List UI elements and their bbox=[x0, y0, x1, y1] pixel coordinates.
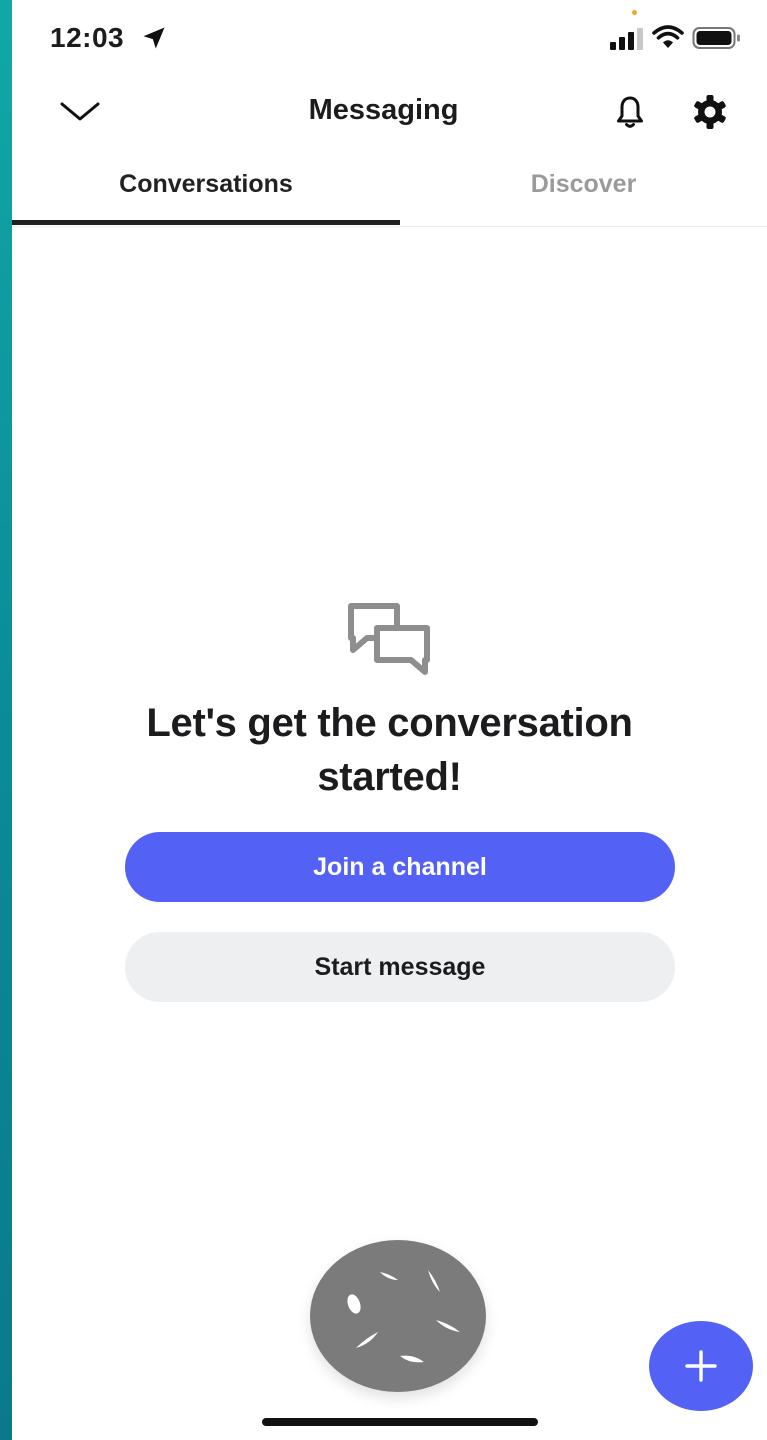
home-indicator bbox=[262, 1418, 538, 1426]
start-message-button[interactable]: Start message bbox=[125, 932, 675, 1002]
empty-state: Let's get the conversation started! bbox=[12, 600, 767, 804]
bell-icon bbox=[617, 96, 643, 128]
side-strip bbox=[0, 0, 12, 1440]
join-channel-button[interactable]: Join a channel bbox=[125, 832, 675, 902]
empty-state-title: Let's get the conversation started! bbox=[146, 701, 633, 799]
gear-icon bbox=[694, 95, 726, 129]
plus-icon bbox=[685, 1350, 717, 1382]
assistive-touch-button[interactable] bbox=[310, 1240, 486, 1392]
tab-discover[interactable]: Discover bbox=[400, 150, 767, 224]
status-bar: 12:03 bbox=[12, 0, 767, 80]
nav-header: Messaging bbox=[12, 80, 767, 144]
location-arrow-icon bbox=[143, 27, 165, 49]
chat-bubbles-icon bbox=[347, 603, 430, 675]
privacy-indicator-dot bbox=[632, 10, 637, 15]
battery-icon bbox=[692, 27, 740, 49]
new-conversation-button[interactable] bbox=[649, 1321, 753, 1411]
settings-button[interactable] bbox=[688, 90, 732, 134]
assistive-touch-icon bbox=[347, 1270, 460, 1363]
active-tab-indicator bbox=[12, 220, 400, 225]
page-title: Messaging bbox=[308, 94, 459, 126]
status-time: 12:03 bbox=[50, 22, 125, 53]
tab-bar: Conversations Discover bbox=[12, 150, 767, 227]
notifications-button[interactable] bbox=[608, 90, 652, 134]
tab-conversations[interactable]: Conversations bbox=[12, 150, 400, 224]
messaging-screen: 12:03 Messaging Conversations Discover L… bbox=[0, 0, 767, 1440]
signal-icon bbox=[610, 28, 643, 50]
wifi-icon bbox=[652, 25, 684, 48]
